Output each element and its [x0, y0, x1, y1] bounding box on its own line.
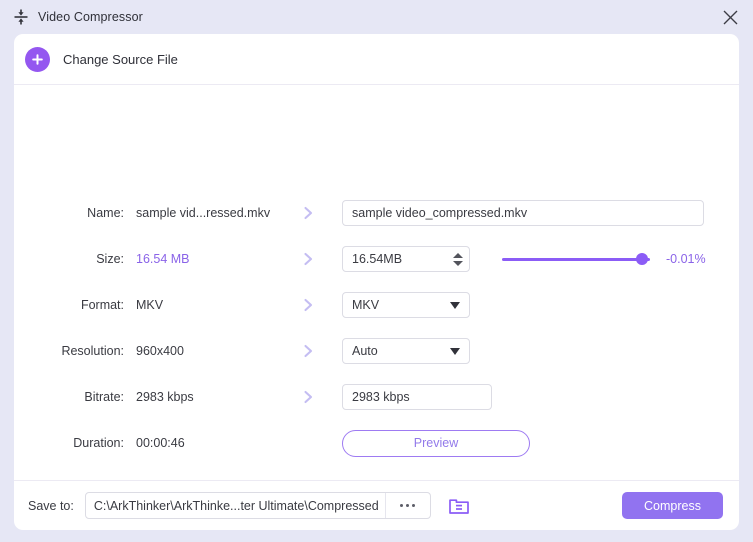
- size-stepper[interactable]: 16.54MB: [342, 246, 470, 272]
- compress-button[interactable]: Compress: [622, 492, 723, 519]
- window-title: Video Compressor: [38, 10, 143, 24]
- slider-track: [502, 258, 650, 261]
- close-button[interactable]: [707, 0, 753, 34]
- size-stepper-arrows[interactable]: [453, 253, 463, 266]
- name-label: Name:: [14, 206, 136, 220]
- bitrate-source-value: 2983 kbps: [136, 390, 296, 404]
- form-row-format: Format: MKV MKV: [14, 290, 739, 320]
- chevron-down-icon: [450, 348, 460, 355]
- format-control: MKV: [320, 292, 739, 318]
- duration-label: Duration:: [14, 436, 136, 450]
- ellipsis-icon: [400, 504, 403, 507]
- form-row-bitrate: Bitrate: 2983 kbps 2983 kbps: [14, 382, 739, 412]
- chevron-right-icon: [296, 389, 320, 405]
- size-control: 16.54MB -0.01%: [320, 246, 739, 272]
- open-folder-icon: [448, 496, 470, 516]
- resolution-select[interactable]: Auto: [342, 338, 470, 364]
- stepper-down-icon[interactable]: [453, 261, 463, 266]
- format-label: Format:: [14, 298, 136, 312]
- resolution-control: Auto: [320, 338, 739, 364]
- form-row-resolution: Resolution: 960x400 Auto: [14, 336, 739, 366]
- change-source-file-label: Change Source File: [63, 52, 178, 67]
- form-row-duration: Duration: 00:00:46 Preview: [14, 428, 739, 458]
- size-slider-group: -0.01%: [502, 251, 706, 267]
- resolution-label: Resolution:: [14, 344, 136, 358]
- slider-thumb[interactable]: [636, 253, 648, 265]
- duration-source-value: 00:00:46: [136, 436, 296, 450]
- chevron-right-icon: [296, 343, 320, 359]
- format-select-value: MKV: [352, 298, 379, 312]
- preview-button[interactable]: Preview: [342, 430, 530, 457]
- content-card: Change Source File Name: sample vid...re…: [14, 34, 739, 530]
- bitrate-label: Bitrate:: [14, 390, 136, 404]
- resolution-select-value: Auto: [352, 344, 378, 358]
- size-label: Size:: [14, 252, 136, 266]
- form-row-name: Name: sample vid...ressed.mkv sample vid…: [14, 198, 739, 228]
- change-source-file-button[interactable]: Change Source File: [14, 34, 739, 84]
- stepper-up-icon[interactable]: [453, 253, 463, 258]
- ellipsis-icon: [412, 504, 415, 507]
- bitrate-input[interactable]: 2983 kbps: [342, 384, 492, 410]
- ellipsis-icon: [406, 504, 409, 507]
- bottom-bar: Save to: C:\ArkThinker\ArkThinke...ter U…: [14, 481, 739, 530]
- size-change-percent: -0.01%: [666, 252, 706, 266]
- chevron-right-icon: [296, 251, 320, 267]
- close-icon: [722, 9, 739, 26]
- chevron-right-icon: [296, 297, 320, 313]
- chevron-right-icon: [296, 205, 320, 221]
- plus-icon: [25, 47, 50, 72]
- resolution-source-value: 960x400: [136, 344, 296, 358]
- name-input[interactable]: sample video_compressed.mkv: [342, 200, 704, 226]
- chevron-down-icon: [450, 302, 460, 309]
- browse-more-button[interactable]: [385, 493, 430, 518]
- open-folder-button[interactable]: [446, 493, 472, 519]
- save-to-label: Save to:: [28, 499, 74, 513]
- video-compressor-window: Video Compressor Change Source File: [0, 0, 753, 542]
- settings-form: Name: sample vid...ressed.mkv sample vid…: [14, 84, 739, 480]
- size-source-value: 16.54 MB: [136, 252, 296, 266]
- size-stepper-value: 16.54MB: [352, 252, 402, 266]
- size-slider[interactable]: [502, 251, 650, 267]
- compress-icon: [12, 8, 30, 26]
- title-bar: Video Compressor: [0, 0, 753, 34]
- name-control: sample video_compressed.mkv: [320, 200, 739, 226]
- format-select[interactable]: MKV: [342, 292, 470, 318]
- format-source-value: MKV: [136, 298, 296, 312]
- save-path-input[interactable]: C:\ArkThinker\ArkThinke...ter Ultimate\C…: [86, 493, 385, 518]
- bitrate-control: 2983 kbps: [320, 384, 739, 410]
- name-source-value: sample vid...ressed.mkv: [136, 206, 296, 220]
- duration-control: Preview: [320, 430, 739, 457]
- form-row-size: Size: 16.54 MB 16.54MB: [14, 244, 739, 274]
- save-path-group: C:\ArkThinker\ArkThinke...ter Ultimate\C…: [85, 492, 431, 519]
